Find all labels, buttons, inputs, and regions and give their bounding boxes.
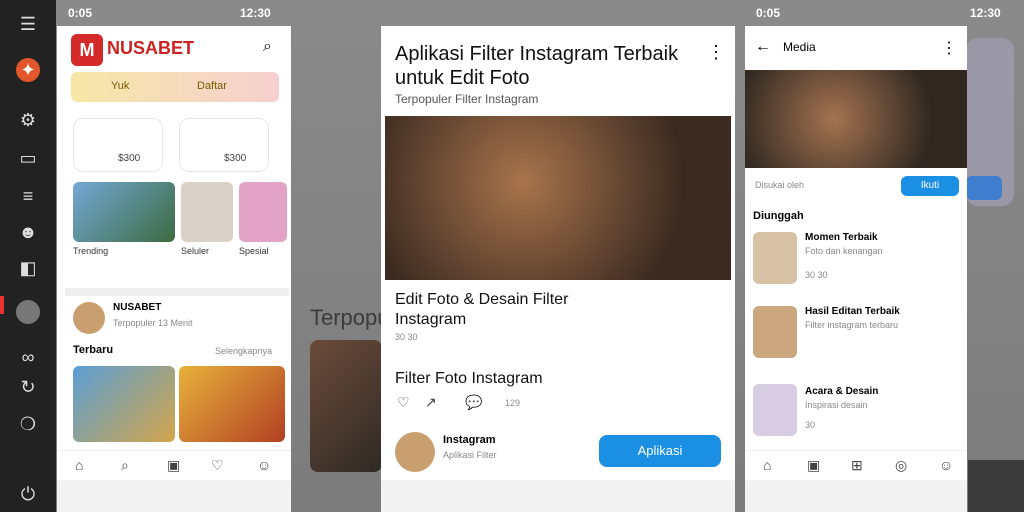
back-icon[interactable]: ← <box>755 38 771 56</box>
home-icon[interactable]: ⌂ <box>763 457 771 473</box>
thumbnail <box>753 384 797 436</box>
list-item[interactable] <box>753 232 797 284</box>
brand-logo: M <box>71 34 103 66</box>
user-icon[interactable]: ☻ <box>16 220 40 244</box>
item-title: Acara & Desain <box>805 386 879 397</box>
item-sub: Inspirasi desain <box>805 400 868 410</box>
reel-icon[interactable]: ▣ <box>807 457 820 474</box>
tile-caption: Spesial <box>239 246 269 256</box>
background-button <box>966 176 1002 200</box>
feed-image[interactable] <box>179 366 285 442</box>
feed-image[interactable] <box>73 366 175 442</box>
tile-caption: Trending <box>73 246 109 256</box>
item-title: Momen Terbaik <box>805 232 878 243</box>
more-icon[interactable]: ⋮ <box>941 38 957 58</box>
item-sub: Filter instagram terbaru <box>805 320 899 330</box>
play-icon[interactable]: ▣ <box>167 457 180 474</box>
page-title: Aplikasi Filter Instagram Terbaik untuk … <box>395 43 679 89</box>
promo-chip[interactable]: $300 <box>73 118 163 172</box>
brand-name: NUSABET <box>107 38 195 58</box>
more-icon[interactable]: ⋮ <box>707 42 725 63</box>
tile-image[interactable] <box>181 182 233 242</box>
phone-2: Aplikasi Filter Instagram Terbaik untuk … <box>381 26 735 512</box>
tile-caption: Seluler <box>181 246 210 256</box>
promo-banner[interactable]: Yuk Daftar <box>71 72 279 102</box>
bottom-nav: ⌂ ▣ ⊞ ◎ ☺ <box>745 450 967 480</box>
share-icon[interactable]: ↗ <box>425 394 437 411</box>
monitor-icon[interactable]: ▭ <box>16 146 40 170</box>
avatar[interactable] <box>73 302 105 334</box>
help-icon[interactable]: ❍ <box>16 412 40 436</box>
post-title: Edit Foto & Desain Filter Instagram <box>395 291 569 328</box>
tile-image[interactable] <box>239 182 287 242</box>
feed-section: NUSABET Terpopuler 13 Menit Terbaru Sele… <box>65 288 289 444</box>
thumbnail <box>753 232 797 284</box>
item-meta: 30 <box>805 420 816 430</box>
app-icon[interactable]: ✦ <box>16 58 40 82</box>
phone-3: ← Media ⋮ Disukai oleh Ikuti Diunggah Mo… <box>745 26 967 512</box>
promo-chip[interactable]: $300 <box>179 118 269 172</box>
like-icon[interactable]: ♡ <box>397 394 410 411</box>
bottom-nav: ⌂ ⌕ ▣ ♡ ☺ <box>57 450 291 480</box>
cta-button[interactable]: Aplikasi <box>599 435 721 467</box>
list-item[interactable] <box>753 306 797 358</box>
list-icon[interactable]: ≡ <box>16 184 40 208</box>
banner-left: Yuk <box>111 80 130 92</box>
power-icon[interactable]: ⏻ <box>16 482 40 506</box>
search-icon[interactable]: ⌕ <box>121 457 129 474</box>
search-icon[interactable]: ⌕ <box>263 38 272 56</box>
profile-icon[interactable]: ☺ <box>257 457 271 473</box>
system-nav <box>57 480 291 512</box>
comment-icon[interactable]: 💬 <box>465 394 482 411</box>
link-icon[interactable]: ∞ <box>16 345 40 369</box>
list-item[interactable] <box>753 384 797 436</box>
hero-image[interactable] <box>385 116 731 280</box>
menu-icon[interactable]: ☰ <box>16 12 40 36</box>
hero-image[interactable] <box>745 70 967 168</box>
system-nav <box>745 480 967 512</box>
user-name: Instagram <box>443 434 496 446</box>
page-subtitle: Terpopuler Filter Instagram <box>395 92 539 106</box>
user-sub: Aplikasi Filter <box>443 450 497 460</box>
item-title: Hasil Editan Terbaik <box>805 306 900 317</box>
home-icon[interactable]: ⌂ <box>75 457 83 473</box>
phone-1: M NUSABET ⌕ Yuk Daftar $300 $300 Trendin… <box>57 26 291 512</box>
avatar[interactable] <box>395 432 435 472</box>
post-time: Terpopuler 13 Menit <box>113 318 193 328</box>
post-user: NUSABET <box>113 302 162 313</box>
background-dark <box>968 460 1024 512</box>
profile-icon[interactable]: ☺ <box>939 457 953 473</box>
system-nav <box>381 480 735 512</box>
refresh-icon[interactable]: ↻ <box>16 375 40 399</box>
add-icon[interactable]: ⊞ <box>851 457 863 474</box>
thumbnail <box>753 306 797 358</box>
status-time-right2: 12:30 <box>970 6 1001 20</box>
header-title: Media <box>783 40 816 54</box>
background-image <box>310 340 382 472</box>
tile-image[interactable] <box>73 182 175 242</box>
settings-icon[interactable]: ⚙ <box>16 108 40 132</box>
item-meta: 30 30 <box>805 270 828 280</box>
follow-button[interactable]: Ikuti <box>901 176 959 196</box>
avatar[interactable] <box>16 300 40 324</box>
active-indicator <box>0 296 4 314</box>
tag-icon[interactable]: ◧ <box>16 256 40 280</box>
likes-text: Disukai oleh <box>755 180 805 190</box>
banner-right: Daftar <box>197 80 227 92</box>
post-meta: 30 30 <box>395 332 418 342</box>
item-sub: Foto dan kenangan <box>805 246 883 256</box>
section-link[interactable]: Selengkapnya <box>215 346 272 356</box>
section-title: Diunggah <box>753 210 804 222</box>
like-count: 129 <box>505 398 521 408</box>
post-caption: Filter Foto Instagram <box>395 370 543 387</box>
section-title: Terbaru <box>73 344 114 356</box>
left-rail: ☰ ✦ ⚙ ▭ ≡ ☻ ◧ ∞ ↻ ❍ ⏻ <box>0 0 56 512</box>
chat-icon[interactable]: ◎ <box>895 457 907 474</box>
chat-icon[interactable]: ♡ <box>211 457 224 474</box>
